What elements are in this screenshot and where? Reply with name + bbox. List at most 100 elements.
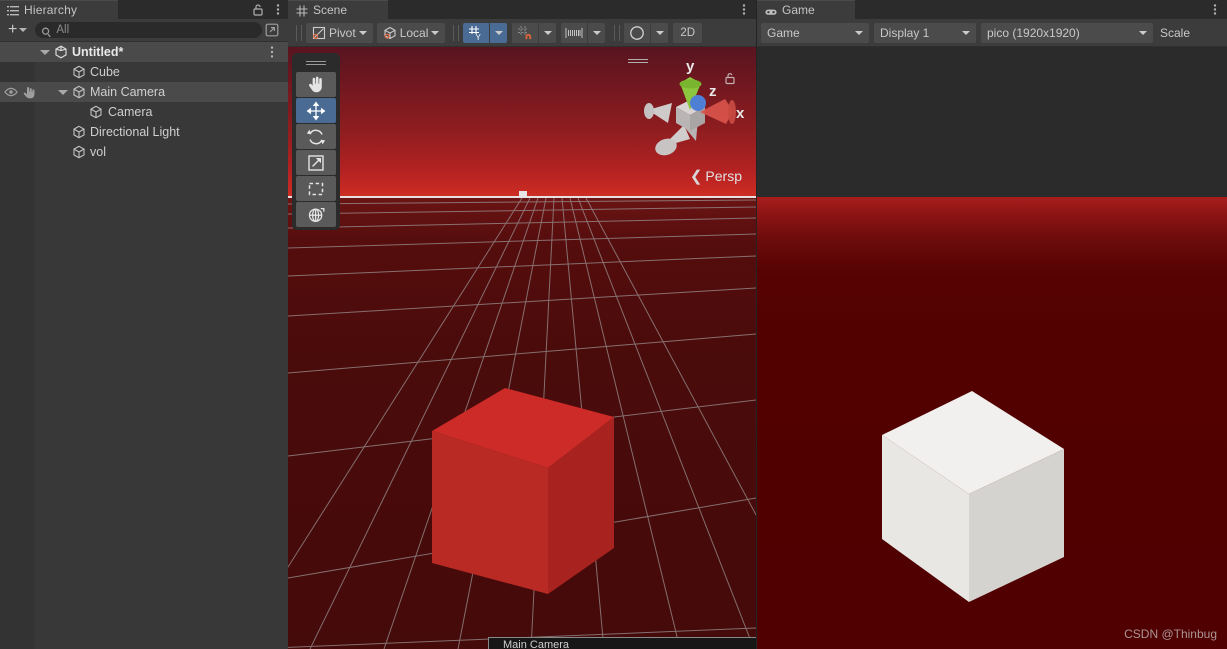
eye-icon[interactable]	[4, 86, 18, 98]
hierarchy-scene-row[interactable]: Untitled*	[0, 42, 288, 62]
hierarchy-tree: Untitled* Cube Main Camera Camera Direct…	[0, 42, 288, 649]
projection-label: Persp	[705, 168, 742, 184]
transform-tool[interactable]	[296, 202, 336, 227]
camera-object-icon	[72, 85, 86, 99]
tab-hierarchy[interactable]: Hierarchy	[0, 0, 118, 19]
grid-snap-dropdown[interactable]	[489, 22, 508, 43]
scene-tabbar: Scene	[288, 0, 756, 19]
game-mode-dropdown[interactable]: Game	[761, 22, 869, 43]
hierarchy-tab-label: Hierarchy	[24, 3, 78, 17]
tab-scene[interactable]: Scene	[288, 0, 388, 19]
scene-viewport[interactable]: y z x ❮ Persp Main Camera	[288, 47, 756, 649]
cube-icon	[72, 145, 86, 159]
add-gameobject-button[interactable]: +	[6, 22, 29, 39]
search-input[interactable]: All	[35, 22, 262, 38]
game-tab-label: Game	[782, 3, 815, 17]
chevron-down-icon[interactable]	[40, 50, 50, 55]
toggle-2d-button[interactable]: 2D	[673, 22, 703, 43]
chevron-down-icon	[494, 30, 503, 35]
gizmo-axis-z-label: z	[709, 83, 717, 100]
hierarchy-item-vol[interactable]: vol	[0, 142, 288, 162]
scene-ground	[288, 198, 756, 649]
scene-menu-icon[interactable]	[266, 46, 278, 58]
move-tool[interactable]	[296, 98, 336, 123]
cube-icon	[89, 105, 103, 119]
pivot-label: Pivot	[329, 25, 356, 40]
game-toolbar: Game Display 1 pico (1920x1920) Scale	[757, 19, 1227, 47]
camera-preview-label: Main Camera	[503, 639, 570, 649]
chevron-left-icon: ❮	[689, 168, 703, 185]
tab-game[interactable]: Game	[757, 0, 855, 19]
gamepad-icon	[765, 4, 777, 16]
chevron-down-icon	[19, 28, 28, 32]
lighting-dropdown[interactable]	[650, 22, 669, 43]
hierarchy-panel: Hierarchy + All Untitled* Cube Main Came…	[0, 0, 288, 649]
resolution-dropdown[interactable]: pico (1920x1920)	[981, 22, 1153, 43]
game-viewport[interactable]: CSDN @Thinbug	[757, 47, 1227, 649]
hierarchy-item-cube[interactable]: Cube	[0, 62, 288, 82]
hierarchy-item-camera[interactable]: Camera	[0, 102, 288, 122]
pivot-mode-button[interactable]: Pivot	[306, 22, 373, 43]
chevron-down-icon	[358, 30, 367, 35]
hierarchy-item-main-camera[interactable]: Main Camera	[0, 82, 288, 102]
game-render-surface: CSDN @Thinbug	[757, 197, 1227, 649]
chevron-down-icon	[655, 30, 664, 35]
popout-icon	[265, 23, 279, 37]
scale-icon	[306, 153, 326, 173]
game-tabbar: Game	[757, 0, 1227, 19]
lighting-sphere-icon	[629, 25, 645, 41]
hierarchy-item-directional-light[interactable]: Directional Light	[0, 122, 288, 142]
hierarchy-item-label: Main Camera	[90, 85, 166, 99]
drag-handle-icon[interactable]	[306, 59, 326, 67]
scene-panel: Scene Pivot Local Y 2D y z x ❮ Persp Mai…	[288, 0, 756, 649]
camera-preview-panel: Main Camera	[488, 637, 756, 649]
scale-tool[interactable]	[296, 150, 336, 175]
scene-cube-object[interactable]	[428, 383, 618, 598]
ruler-snap-button[interactable]	[561, 22, 588, 43]
scene-toolbar: Pivot Local Y 2D	[288, 19, 756, 47]
lock-icon[interactable]	[252, 3, 264, 16]
scene-name-label: Untitled*	[72, 45, 124, 59]
display-dropdown[interactable]: Display 1	[874, 22, 976, 43]
svg-text:Y: Y	[476, 33, 482, 41]
magnet-snap-dropdown[interactable]	[538, 22, 557, 43]
chevron-down-icon	[962, 30, 970, 35]
scene-menu-icon[interactable]	[738, 3, 750, 16]
lighting-button[interactable]	[624, 22, 651, 43]
gizmo-axis-y-label: y	[686, 58, 695, 75]
rect-tool[interactable]	[296, 176, 336, 201]
hierarchy-item-label: vol	[90, 145, 106, 159]
rotate-tool[interactable]	[296, 124, 336, 149]
game-panel: Game Game Display 1 pico (1920x1920) Sca	[757, 0, 1227, 649]
gizmo-axis-x-label: x	[736, 105, 745, 122]
toolbar-separator	[296, 24, 302, 41]
magnet-snap-icon	[517, 25, 533, 41]
hand-tool[interactable]	[296, 72, 336, 97]
handle-orientation-button[interactable]: Local	[376, 22, 446, 43]
pivot-icon	[312, 26, 326, 40]
chevron-down-icon[interactable]	[58, 90, 68, 95]
watermark-label: CSDN @Thinbug	[1124, 627, 1217, 641]
hierarchy-popout-button[interactable]	[262, 23, 282, 37]
light-icon	[72, 125, 86, 139]
game-cube-object	[882, 391, 1064, 602]
unity-editor-window: Hierarchy + All Untitled* Cube Main Came…	[0, 0, 1227, 649]
unity-scene-icon	[54, 45, 68, 59]
hierarchy-item-label: Cube	[90, 65, 120, 79]
grid-icon	[296, 4, 308, 17]
hierarchy-tabbar-actions	[252, 0, 284, 19]
chevron-down-icon	[1139, 30, 1147, 35]
game-menu-icon[interactable]	[1209, 3, 1221, 16]
grid-snap-button[interactable]: Y	[463, 22, 490, 43]
rotate-icon	[306, 127, 326, 147]
ruler-snap-dropdown[interactable]	[587, 22, 606, 43]
game-mode-label: Game	[767, 25, 800, 40]
hand-pointer-icon[interactable]	[22, 85, 35, 99]
chevron-down-icon	[431, 30, 440, 35]
resolution-label: pico (1920x1920)	[987, 25, 1080, 40]
plus-icon: +	[8, 21, 18, 38]
toolbar-separator	[453, 24, 460, 41]
magnet-snap-button[interactable]	[512, 22, 539, 43]
hierarchy-menu-icon[interactable]	[272, 3, 284, 16]
projection-mode-button[interactable]: ❮ Persp	[690, 167, 742, 185]
